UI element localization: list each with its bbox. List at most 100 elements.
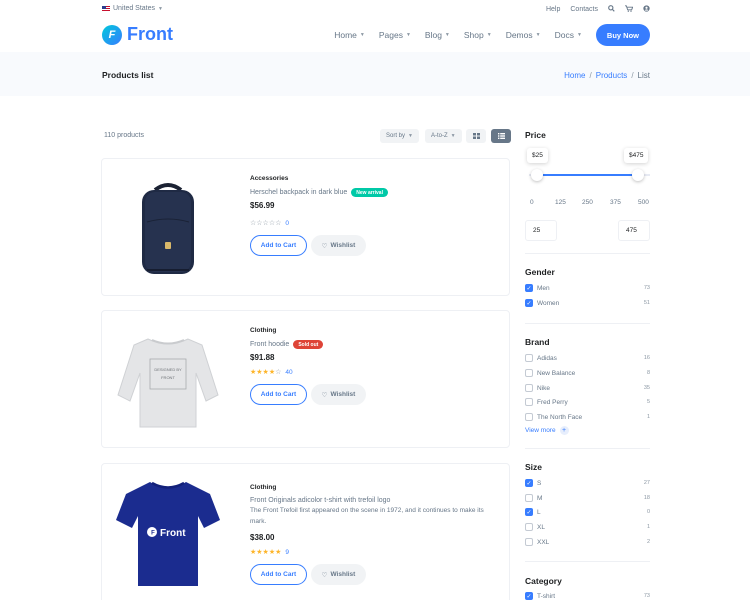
country-selector[interactable]: United States ▼ bbox=[102, 5, 163, 12]
product-name: Herschel backpack in dark blue New arriv… bbox=[250, 188, 388, 197]
checkbox-icon[interactable] bbox=[525, 369, 533, 377]
product-rating[interactable]: ☆☆☆☆☆ 0 bbox=[250, 219, 388, 228]
size-option-m[interactable]: M 18 bbox=[525, 493, 650, 503]
checkbox-checked-icon[interactable]: ✓ bbox=[525, 592, 533, 600]
page-title: Products list bbox=[102, 70, 154, 80]
option-count: 73 bbox=[643, 593, 650, 599]
product-image-tshirt[interactable]: F Front bbox=[113, 472, 223, 592]
add-to-cart-button[interactable]: Add to Cart bbox=[250, 384, 307, 405]
price-tick: 125 bbox=[555, 199, 566, 206]
main-nav: Home ▼ Pages ▼ Blog ▼ Shop ▼ Demos ▼ Docs ▼ Bu… bbox=[334, 24, 650, 46]
category-filter-title: Category bbox=[525, 576, 562, 586]
checkbox-icon[interactable] bbox=[525, 398, 533, 406]
checkbox-icon[interactable] bbox=[525, 523, 533, 531]
add-to-cart-button[interactable]: Add to Cart bbox=[250, 235, 307, 256]
breadcrumb-home[interactable]: Home bbox=[564, 71, 585, 80]
product-image-hoodie[interactable]: DESIGNED BY FRONT bbox=[113, 321, 223, 441]
brand-option-the-north-face[interactable]: The North Face 1 bbox=[525, 412, 650, 422]
option-count: 16 bbox=[643, 355, 650, 361]
product-name: Front Originals adicolor t-shirt with tr… bbox=[250, 497, 495, 504]
brand-option-fred-perry[interactable]: Fred Perry 5 bbox=[525, 397, 650, 407]
contacts-link[interactable]: Contacts bbox=[570, 6, 598, 13]
product-rating[interactable]: ★★★★★ 9 bbox=[250, 548, 495, 557]
option-count: 5 bbox=[646, 399, 650, 405]
help-link[interactable]: Help bbox=[546, 6, 560, 13]
sort-by-select[interactable]: Sort by ▼ bbox=[380, 129, 419, 143]
nav-demos[interactable]: Demos ▼ bbox=[506, 24, 541, 46]
nav-home[interactable]: Home ▼ bbox=[334, 24, 365, 46]
heart-icon: ♡ bbox=[321, 391, 328, 399]
product-card: Accessories Herschel backpack in dark bl… bbox=[101, 158, 510, 296]
wishlist-button[interactable]: ♡ Wishlist bbox=[311, 235, 366, 256]
size-filter-title: Size bbox=[525, 462, 543, 472]
option-count: 18 bbox=[643, 495, 650, 501]
breadcrumb-products[interactable]: Products bbox=[596, 71, 628, 80]
logo-mark-icon: F bbox=[102, 24, 122, 45]
price-slider-min-handle[interactable] bbox=[531, 169, 543, 181]
product-name-text[interactable]: Front hoodie bbox=[250, 341, 289, 348]
order-select[interactable]: A-to-Z ▼ bbox=[425, 129, 462, 143]
product-info: Accessories Herschel backpack in dark bl… bbox=[250, 175, 388, 256]
product-name: Front hoodie Sold out bbox=[250, 340, 366, 349]
search-icon[interactable] bbox=[608, 5, 615, 14]
chevron-down-icon: ▼ bbox=[359, 32, 365, 38]
checkbox-icon[interactable] bbox=[525, 354, 533, 362]
option-count: 8 bbox=[646, 370, 650, 376]
filter-divider bbox=[525, 448, 650, 449]
product-image-backpack[interactable] bbox=[113, 169, 223, 289]
grid-icon bbox=[472, 133, 480, 139]
checkbox-icon[interactable] bbox=[525, 538, 533, 546]
checkbox-icon[interactable] bbox=[525, 413, 533, 421]
nav-blog[interactable]: Blog ▼ bbox=[425, 24, 450, 46]
checkbox-checked-icon[interactable]: ✓ bbox=[525, 479, 533, 487]
product-name-text[interactable]: Herschel backpack in dark blue bbox=[250, 189, 347, 196]
sweatshirt-image: DESIGNED BY FRONT bbox=[117, 338, 219, 428]
option-count: 27 bbox=[643, 480, 650, 486]
size-option-xxl[interactable]: XXL 2 bbox=[525, 537, 650, 547]
title-band: Products list Home / Products / List bbox=[0, 52, 750, 96]
checkbox-checked-icon[interactable]: ✓ bbox=[525, 508, 533, 516]
nav-shop[interactable]: Shop ▼ bbox=[464, 24, 492, 46]
price-min-input[interactable]: 25 bbox=[525, 220, 557, 241]
gender-option-women[interactable]: ✓ Women 51 bbox=[525, 298, 650, 308]
product-rating[interactable]: ★★★★☆ 40 bbox=[250, 368, 366, 377]
new-arrival-badge: New arrival bbox=[351, 188, 388, 197]
brand-view-more-link[interactable]: View more + bbox=[525, 426, 569, 435]
chevron-down-icon: ▼ bbox=[408, 133, 413, 139]
nav-pages[interactable]: Pages ▼ bbox=[379, 24, 411, 46]
backpack-image bbox=[142, 182, 194, 274]
nav-docs[interactable]: Docs ▼ bbox=[555, 24, 582, 46]
checkbox-checked-icon[interactable]: ✓ bbox=[525, 299, 533, 307]
price-max-input[interactable]: 475 bbox=[618, 220, 650, 241]
category-option-tshirt[interactable]: ✓ T-shirt 73 bbox=[525, 591, 650, 600]
list-view-button[interactable] bbox=[491, 129, 511, 143]
logo[interactable]: F Front bbox=[102, 24, 173, 45]
buy-now-button[interactable]: Buy Now bbox=[595, 24, 650, 46]
nav-label: Home bbox=[334, 30, 357, 40]
add-to-cart-button[interactable]: Add to Cart bbox=[250, 564, 307, 585]
breadcrumb-current: List bbox=[637, 71, 650, 80]
size-option-xl[interactable]: XL 1 bbox=[525, 522, 650, 532]
product-category[interactable]: Accessories bbox=[250, 175, 388, 182]
brand-option-adidas[interactable]: Adidas 16 bbox=[525, 353, 650, 363]
top-bar: United States ▼ Help Contacts bbox=[0, 0, 750, 20]
cart-icon[interactable] bbox=[625, 5, 634, 14]
wishlist-button[interactable]: ♡ Wishlist bbox=[311, 564, 366, 585]
grid-view-button[interactable] bbox=[466, 129, 486, 143]
size-option-s[interactable]: ✓ S 27 bbox=[525, 478, 650, 488]
brand-option-nike[interactable]: Nike 35 bbox=[525, 383, 650, 393]
gender-option-men[interactable]: ✓ Men 73 bbox=[525, 283, 650, 293]
checkbox-icon[interactable] bbox=[525, 384, 533, 392]
user-icon[interactable] bbox=[643, 5, 650, 14]
wishlist-button[interactable]: ♡ Wishlist bbox=[311, 384, 366, 405]
product-name-text[interactable]: Front Originals adicolor t-shirt with tr… bbox=[250, 497, 390, 504]
product-category[interactable]: Clothing bbox=[250, 484, 495, 491]
tshirt-logo-text: Front bbox=[160, 528, 186, 539]
plus-icon: + bbox=[559, 426, 569, 435]
brand-option-new-balance[interactable]: New Balance 8 bbox=[525, 368, 650, 378]
size-option-l[interactable]: ✓ L 0 bbox=[525, 507, 650, 517]
checkbox-icon[interactable] bbox=[525, 494, 533, 502]
price-slider-max-handle[interactable] bbox=[632, 169, 644, 181]
checkbox-checked-icon[interactable]: ✓ bbox=[525, 284, 533, 292]
product-category[interactable]: Clothing bbox=[250, 327, 366, 334]
